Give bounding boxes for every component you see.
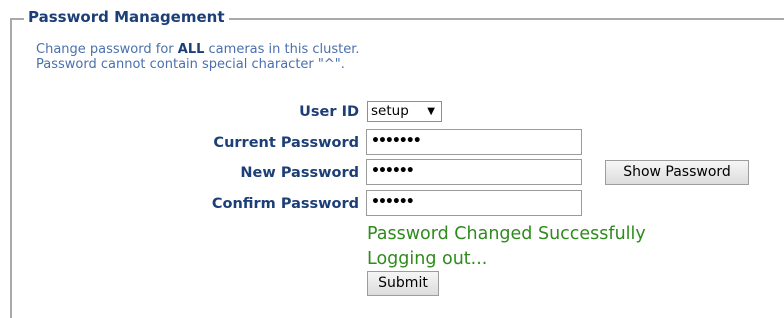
submit-button[interactable]: Submit (367, 271, 439, 296)
status-logout-message: Logging out... (367, 249, 488, 269)
description-line-2: Password cannot contain special characte… (36, 57, 345, 72)
confirm-password-label: Confirm Password (211, 196, 359, 212)
description-bold: ALL (177, 42, 205, 57)
section-legend: Password Management (24, 6, 229, 28)
user-id-label: User ID (299, 104, 359, 120)
confirm-password-field[interactable]: •••••• (366, 190, 582, 216)
new-password-field[interactable]: •••••• (366, 159, 582, 185)
show-password-button[interactable]: Show Password (605, 160, 749, 185)
current-password-field[interactable]: ••••••• (366, 129, 582, 155)
status-success-message: Password Changed Successfully (367, 224, 646, 244)
chevron-down-icon: ▼ (427, 106, 435, 117)
user-id-value: setup (371, 103, 409, 119)
section-description: Change password for ALL cameras in this … (36, 42, 360, 72)
description-suffix: cameras in this cluster. (204, 42, 360, 57)
current-password-label: Current Password (213, 135, 359, 151)
description-prefix: Change password for (36, 42, 178, 57)
new-password-label: New Password (240, 165, 359, 181)
description-line-1: Change password for ALL cameras in this … (36, 42, 360, 57)
user-id-select[interactable]: setup ▼ (367, 101, 442, 122)
